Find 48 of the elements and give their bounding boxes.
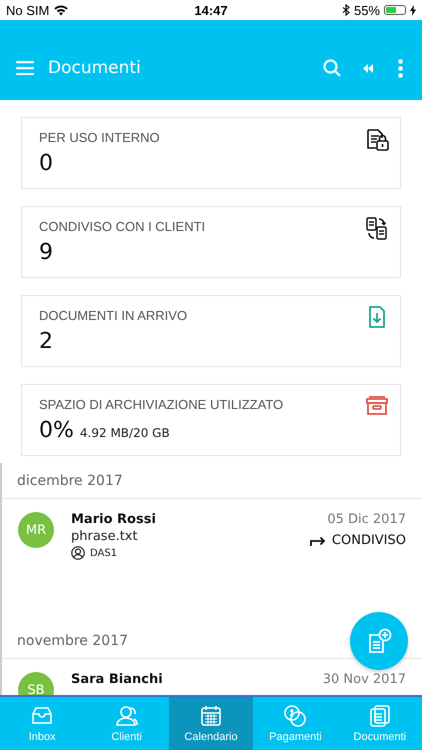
bluetooth-icon xyxy=(342,4,350,16)
document-sync-icon xyxy=(365,216,389,240)
card-label: CONDIVISO CON I CLIENTI xyxy=(39,219,206,234)
add-document-button[interactable] xyxy=(350,612,408,670)
search-icon[interactable] xyxy=(323,59,341,77)
card-label: SPAZIO DI ARCHIVIAZIONE UTILIZZATO xyxy=(39,397,284,412)
screen-title: Documenti xyxy=(48,58,141,78)
charging-icon xyxy=(410,4,416,16)
menu-icon[interactable] xyxy=(16,61,34,75)
storage-box-icon xyxy=(365,394,389,418)
clock-time: 14:47 xyxy=(194,2,228,18)
sender-name: Sara Bianchi xyxy=(71,672,164,687)
wifi-icon xyxy=(53,4,70,16)
owner-name: DAS1 xyxy=(90,548,118,558)
summary-card[interactable]: PER USO INTERNO 0 xyxy=(21,117,401,189)
person-icon xyxy=(71,546,85,560)
card-value: 0 xyxy=(39,151,53,177)
battery-percent: 55% xyxy=(354,2,380,18)
people-icon xyxy=(114,704,139,728)
avatar: SB xyxy=(18,672,54,695)
sender-name: Mario Rossi xyxy=(71,512,157,527)
avatar: MR xyxy=(18,512,54,548)
summary-card[interactable]: CONDIVISO CON I CLIENTI 9 xyxy=(21,206,401,278)
lock-document-icon xyxy=(365,127,389,151)
card-value: 0% xyxy=(39,418,74,444)
documents-icon xyxy=(368,704,392,728)
share-arrow-icon xyxy=(310,536,326,546)
carrier-name: No SIM xyxy=(6,2,50,18)
month-header: dicembre 2017 xyxy=(17,472,123,488)
share-status: CONDIVISO xyxy=(332,533,406,548)
summary-card[interactable]: DOCUMENTI IN ARRIVO 2 xyxy=(21,295,401,367)
coins-icon xyxy=(283,704,308,728)
card-label: PER USO INTERNO xyxy=(39,130,160,145)
file-name: phrase.txt xyxy=(71,529,139,544)
battery-icon xyxy=(384,5,406,15)
card-value: 9 xyxy=(39,240,53,266)
summary-card[interactable]: SPAZIO DI ARCHIVIAZIONE UTILIZZATO 0% 4.92 MB/20 GB xyxy=(21,384,401,456)
more-icon[interactable] xyxy=(398,58,403,78)
storage-detail: 4.92 MB/20 GB xyxy=(80,426,170,440)
card-label: DOCUMENTI IN ARRIVO xyxy=(39,308,188,323)
month-header: novembre 2017 xyxy=(17,632,128,648)
document-row[interactable]: MR Mario Rossi phrase.txt DAS1 05 Dic 2017 CONDIVISO xyxy=(2,499,422,623)
document-date: 05 Dic 2017 xyxy=(327,512,406,527)
card-value: 2 xyxy=(39,329,53,355)
document-date: 30 Nov 2017 xyxy=(322,672,406,687)
rewind-icon[interactable] xyxy=(363,64,373,72)
calendar-icon xyxy=(199,704,224,728)
add-document-icon xyxy=(366,628,392,654)
